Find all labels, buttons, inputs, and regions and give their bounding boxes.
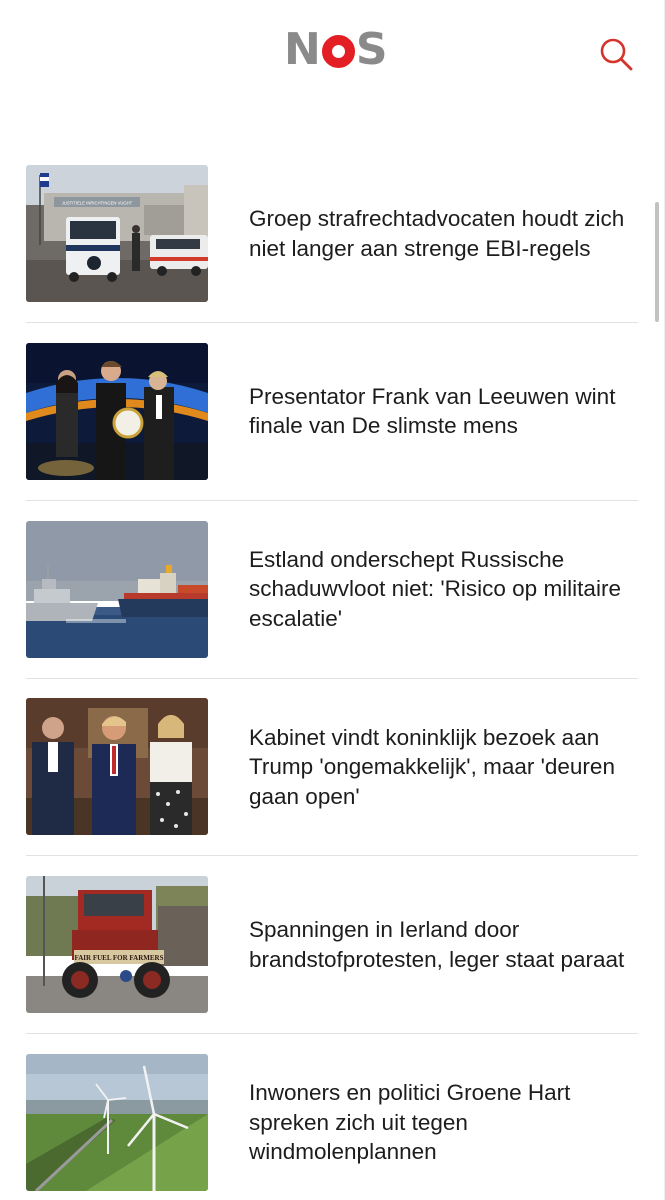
wind-turbines-photo: [26, 1053, 208, 1191]
prison-gate-photo: JUSTITIELE INRICHTINGEN VUGHT: [26, 165, 208, 302]
royal-visit-photo: [26, 698, 208, 836]
news-item[interactable]: Estland onderschept Russische schaduwvlo…: [0, 520, 665, 699]
tractor-protest-photo: FAIR FUEL FOR FARMERS: [26, 876, 208, 1014]
news-item[interactable]: JUSTITIELE INRICHTINGEN VUGHT Groep stra…: [0, 165, 665, 343]
logo-ring: [321, 34, 355, 68]
logo-letter-s: S: [355, 24, 388, 75]
prison-sign-text: JUSTITIELE INRICHTINGEN VUGHT: [62, 201, 133, 206]
news-item[interactable]: Presentator Frank van Leeuwen wint final…: [0, 342, 665, 521]
news-item[interactable]: Inwoners en politici Groene Hart spreken…: [0, 1053, 665, 1200]
divider: [26, 1033, 638, 1035]
scroll-indicator[interactable]: [655, 202, 659, 322]
nos-logo[interactable]: N S: [284, 24, 388, 75]
article-title: Groep strafrechtadvocaten houdt zich nie…: [249, 206, 625, 261]
article-title: Kabinet vindt koninklijk bezoek aan Trum…: [249, 724, 615, 809]
logo-letter-n: N: [284, 24, 321, 75]
news-item[interactable]: FAIR FUEL FOR FARMERS Spanningen in Ierl…: [0, 876, 665, 1054]
divider: [26, 677, 638, 679]
search-button[interactable]: [596, 34, 636, 74]
nos-app: N S JUSTITIELE INRICHTINGEN VUGHT Groep …: [0, 0, 665, 1200]
app-header: N S: [0, 0, 665, 100]
article-title: Inwoners en politici Groene Hart spreken…: [249, 1080, 571, 1165]
divider: [26, 322, 638, 323]
search-icon: [600, 38, 633, 71]
tv-show-winners-photo: [26, 342, 208, 480]
divider: [26, 499, 638, 501]
article-title: Estland onderschept Russische schaduwvlo…: [249, 546, 621, 631]
article-title: Presentator Frank van Leeuwen wint final…: [249, 383, 616, 439]
divider: [26, 855, 638, 857]
ships-at-sea-photo: [26, 520, 208, 658]
news-item[interactable]: Kabinet vindt koninklijk bezoek aan Trum…: [0, 698, 665, 876]
news-list: JUSTITIELE INRICHTINGEN VUGHT Groep stra…: [0, 165, 665, 1200]
article-title: Spanningen in Ierland door brandstofprot…: [249, 917, 625, 972]
tractor-banner-text: FAIR FUEL FOR FARMERS: [75, 954, 164, 962]
